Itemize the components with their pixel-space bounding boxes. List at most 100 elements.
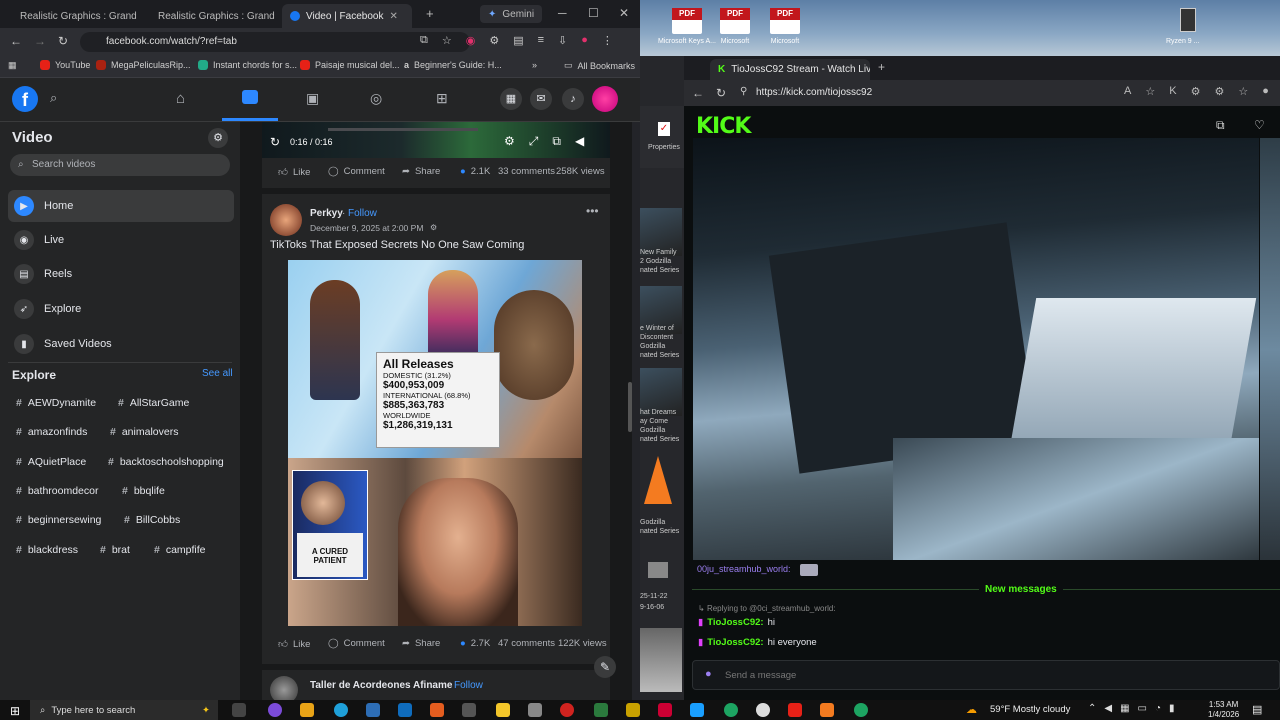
sidebar-item-live[interactable]: ◉ Live <box>8 224 234 256</box>
app-icon[interactable] <box>626 703 640 717</box>
back-icon[interactable]: ← <box>692 86 704 100</box>
tab-facebook-video[interactable]: Video | Facebook ✕ <box>282 4 412 28</box>
close-window-button[interactable]: ✕ <box>619 6 629 20</box>
volume-icon[interactable]: ◀ <box>575 134 584 149</box>
puzzle-icon[interactable]: ⚙ <box>1214 85 1224 98</box>
app-icon[interactable] <box>268 703 282 717</box>
sidebar-icon[interactable]: ▤ <box>513 34 523 47</box>
speaker-icon[interactable]: ◀ <box>1104 703 1112 714</box>
download-icon[interactable]: ⇩ <box>558 34 567 47</box>
tag-aquietplace[interactable]: # AQuietPlace <box>16 450 86 474</box>
word-icon[interactable] <box>366 703 380 717</box>
task-view-icon[interactable] <box>232 703 246 717</box>
share-button[interactable]: ➦ Share <box>402 638 440 649</box>
sidebar-item-saved[interactable]: ▮ Saved Videos <box>8 328 234 360</box>
bookmark-paisaje[interactable]: Paisaje musical del... <box>300 60 400 70</box>
profile-icon[interactable]: ● <box>581 34 588 47</box>
like-button[interactable]: 👍︎ Like <box>278 638 310 651</box>
weather-text[interactable]: 59°F Mostly cloudy <box>990 704 1070 715</box>
pdf-file-icon[interactable]: PDF <box>720 8 750 34</box>
messenger-icon[interactable]: ✉ <box>530 88 552 110</box>
bookmark-instant-chords[interactable]: Instant chords for s... <box>198 60 297 70</box>
notifications-icon[interactable]: ♪ <box>562 88 584 110</box>
avatar[interactable] <box>270 676 298 700</box>
tray-icon[interactable]: ◔ <box>1155 703 1161 714</box>
new-tab-button[interactable]: + <box>878 60 885 74</box>
kick-extension-icon[interactable]: K <box>1169 85 1176 98</box>
tab-gemini[interactable]: ✦ Gemini <box>480 5 542 23</box>
battery-icon[interactable]: ▮ <box>1169 703 1175 714</box>
marketplace-icon[interactable]: ▣ <box>306 90 319 107</box>
favorites-icon[interactable]: ☆ <box>1238 85 1248 98</box>
post-author[interactable]: Perkyy <box>310 208 343 219</box>
facebook-logo[interactable]: f <box>12 86 38 112</box>
tag-backtoschoolshopping[interactable]: # backtoschoolshopping <box>108 450 224 474</box>
read-aloud-icon[interactable]: A <box>1124 85 1131 98</box>
comment-button[interactable]: ◯ Comment <box>328 638 385 649</box>
network-icon[interactable]: ▦ <box>1120 703 1129 714</box>
settings-icon[interactable]: ⚙ <box>504 134 515 149</box>
follow-heart-icon[interactable]: ♡ <box>1254 118 1265 132</box>
follow-button[interactable]: Follow <box>348 208 377 219</box>
clock[interactable]: 1:53 AM 1/4/2026 <box>1208 700 1239 720</box>
reload-icon[interactable]: ↻ <box>716 86 726 100</box>
groups-icon[interactable]: ◎ <box>370 90 382 107</box>
site-info-icon[interactable]: ⚲ <box>740 86 747 97</box>
post-video[interactable]: All Releases DOMESTIC (31.2%) $400,953,0… <box>288 260 582 626</box>
compose-icon[interactable]: ✎ <box>594 656 616 678</box>
new-tab-button[interactable]: + <box>426 6 434 21</box>
more-options-icon[interactable]: ••• <box>586 204 599 218</box>
minimize-button[interactable]: ─ <box>558 6 567 20</box>
forward-icon[interactable]: → <box>34 34 46 48</box>
progress-track[interactable] <box>328 128 478 131</box>
menu-grid-icon[interactable]: ▦ <box>500 88 522 110</box>
bookmark-youtube[interactable]: YouTube <box>40 60 90 70</box>
bookmark-beginners-guide[interactable]: a Beginner's Guide: H... <box>404 60 502 70</box>
reaction-count[interactable]: ● 2.7K <box>460 638 490 649</box>
star-icon[interactable]: ☆ <box>1145 85 1155 98</box>
app-icon[interactable] <box>658 703 672 717</box>
vlc-icon[interactable] <box>644 456 672 504</box>
vlc-icon[interactable] <box>820 703 834 717</box>
maximize-button[interactable]: ☐ <box>588 6 599 20</box>
tag-campfife[interactable]: # campfife <box>154 538 206 562</box>
chat-username[interactable]: 00ju_streamhub_world: <box>697 564 791 574</box>
tag-bbqlife[interactable]: # bbqlife <box>122 479 165 503</box>
app-icon[interactable] <box>430 703 444 717</box>
properties-label[interactable]: Properties <box>648 144 680 151</box>
tag-blackdress[interactable]: # blackdress <box>16 538 78 562</box>
tag-animalovers[interactable]: # animalovers <box>110 420 178 444</box>
settings-icon[interactable]: ⚙ <box>1191 85 1201 98</box>
chrome-icon[interactable] <box>724 703 738 717</box>
kick-url[interactable]: https://kick.com/tiojossc92 <box>756 87 872 98</box>
tag-bathroomdecor[interactable]: # bathroomdecor <box>16 479 98 503</box>
windows-start-icon[interactable]: ⊞ <box>10 704 20 718</box>
ryzen-icon[interactable] <box>1180 8 1196 32</box>
sidebar-item-home[interactable]: ▶ Home <box>8 190 234 222</box>
new-messages-label[interactable]: New messages <box>979 584 1063 595</box>
home-icon[interactable]: ⌂ <box>176 90 185 107</box>
back-icon[interactable]: ← <box>10 34 22 48</box>
tab-realistic-graphics-1[interactable]: Realistic Graphics : Grand <box>6 4 142 28</box>
replay-icon[interactable]: ↻ <box>270 135 280 149</box>
sidebar-item-reels[interactable]: ▤ Reels <box>8 258 234 290</box>
bookmark-megapeliculas[interactable]: MegaPeliculasRip... <box>96 60 191 70</box>
close-icon[interactable]: ✕ <box>389 11 397 22</box>
comments-count[interactable]: 33 comments <box>498 166 555 177</box>
tag-amazonfinds[interactable]: # amazonfinds <box>16 420 87 444</box>
chat-username[interactable]: TioJossC92: <box>707 637 763 648</box>
avatar[interactable] <box>270 204 302 236</box>
comment-button[interactable]: ◯ Comment <box>328 166 385 177</box>
post-author[interactable]: Taller de Acordeones Afiname <box>310 680 452 691</box>
app-icon[interactable] <box>756 703 770 717</box>
menu-icon[interactable]: ⋮ <box>602 34 613 47</box>
pdf-file-icon[interactable]: PDF <box>770 8 800 34</box>
image-icon[interactable] <box>648 562 668 578</box>
reaction-count[interactable]: ● 2.1K <box>460 166 490 177</box>
video-icon[interactable] <box>242 90 258 104</box>
tab-kick-stream[interactable]: KTioJossC92 Stream - Watch Live o✕ <box>710 59 870 80</box>
app-icon[interactable] <box>560 703 574 717</box>
tray-icon[interactable]: ▭ <box>1138 703 1147 714</box>
cast-icon[interactable]: ⧉ <box>420 34 428 47</box>
steam-icon[interactable] <box>690 703 704 717</box>
